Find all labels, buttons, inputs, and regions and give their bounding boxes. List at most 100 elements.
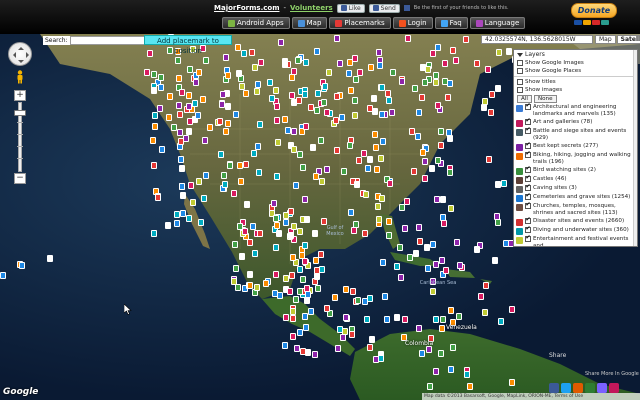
placemark-marker-icon[interactable] [247,270,254,278]
nav-map-button[interactable]: Map [291,17,328,29]
placemark-marker-icon[interactable] [382,293,389,301]
placemark-marker-icon[interactable] [246,282,253,290]
placemark-marker-icon[interactable] [375,202,382,210]
facebook-send-button[interactable]: Send [368,3,400,13]
placemark-marker-icon[interactable] [410,168,417,176]
placemark-marker-icon[interactable] [150,136,157,144]
placemark-marker-icon[interactable] [186,214,193,222]
layer-option-row[interactable]: Show Google Places [514,67,637,75]
placemark-marker-icon[interactable] [311,229,318,237]
street-view-pegman-icon[interactable] [15,70,25,84]
placemark-marker-icon[interactable] [318,136,325,144]
placemark-marker-icon[interactable] [429,50,436,58]
checkbox[interactable] [525,165,531,173]
layer-category-row[interactable]: Caving sites (3) [514,183,637,193]
placemark-marker-icon[interactable] [434,101,441,109]
placemark-marker-icon[interactable] [489,91,496,99]
placemark-marker-icon[interactable] [303,58,310,66]
placemark-marker-icon[interactable] [174,56,181,64]
placemark-marker-icon[interactable] [386,179,393,187]
placemark-marker-icon[interactable] [323,108,330,116]
placemark-marker-icon[interactable] [416,324,423,332]
checkbox[interactable] [525,141,531,149]
placemark-marker-icon[interactable] [481,308,488,316]
placemark-marker-icon[interactable] [379,110,386,118]
placemark-marker-icon[interactable] [173,219,180,227]
placemark-marker-icon[interactable] [271,200,278,208]
placemark-marker-icon[interactable] [361,230,368,237]
placemark-marker-icon[interactable] [337,60,344,68]
placemark-marker-icon[interactable] [220,90,227,98]
select-none-button[interactable]: None [533,95,557,103]
placemark-marker-icon[interactable] [307,308,314,316]
placemark-marker-icon[interactable] [409,127,416,135]
placemark-marker-icon[interactable] [250,149,257,157]
placemark-marker-icon[interactable] [256,230,263,238]
placemark-marker-icon[interactable] [379,195,386,203]
checkbox[interactable] [525,174,531,182]
placemark-marker-icon[interactable] [491,257,498,265]
placemark-marker-icon[interactable] [376,48,383,56]
placemark-marker-icon[interactable] [439,325,446,333]
placemark-marker-icon[interactable] [361,150,368,158]
volunteers-link[interactable]: Volunteers [290,4,333,12]
placemark-marker-icon[interactable] [239,82,246,90]
placemark-marker-icon[interactable] [333,117,340,124]
donate-button[interactable]: Donate [571,3,617,18]
placemark-marker-icon[interactable] [427,383,434,391]
placemark-marker-icon[interactable] [341,327,348,335]
layer-category-row[interactable]: Disaster sites and events (2660) [514,216,637,226]
placemark-marker-icon[interactable] [223,53,230,61]
placemark-marker-icon[interactable] [313,172,320,180]
zoom-in-button[interactable]: + [14,90,26,101]
placemark-marker-icon[interactable] [242,90,249,98]
placemark-marker-icon[interactable] [349,330,356,338]
placemark-marker-icon[interactable] [235,44,242,51]
placemark-marker-icon[interactable] [237,177,244,185]
placemark-marker-icon[interactable] [416,224,423,232]
placemark-marker-icon[interactable] [422,78,429,86]
placemark-marker-icon[interactable] [241,228,248,236]
placemark-marker-icon[interactable] [244,201,251,209]
placemark-marker-icon[interactable] [276,230,283,238]
placemark-marker-icon[interactable] [348,87,355,95]
pan-down-icon[interactable] [18,60,24,66]
placemark-marker-icon[interactable] [175,74,182,82]
placemark-marker-icon[interactable] [201,195,207,203]
placemark-marker-icon[interactable] [288,73,295,81]
placemark-marker-icon[interactable] [372,130,379,138]
placemark-marker-icon[interactable] [312,351,319,359]
placemark-marker-icon[interactable] [334,146,341,154]
layer-category-row[interactable]: Best kept secrets (277) [514,141,637,151]
placemark-marker-icon[interactable] [473,59,480,67]
placemark-marker-icon[interactable] [432,79,439,87]
placemark-marker-icon[interactable] [235,69,242,77]
placemark-marker-icon[interactable] [185,103,192,111]
placemark-marker-icon[interactable] [380,259,387,267]
placemark-marker-icon[interactable] [242,160,249,168]
placemark-marker-icon[interactable] [154,194,161,202]
placemark-marker-icon[interactable] [151,161,158,169]
placemark-marker-icon[interactable] [232,111,239,118]
placemark-marker-icon[interactable] [194,112,201,120]
placemark-marker-icon[interactable] [282,314,289,322]
placemark-marker-icon[interactable] [177,129,184,136]
nav-android-apps-button[interactable]: Android Apps [222,17,290,29]
placemark-marker-icon[interactable] [152,123,159,131]
placemark-marker-icon[interactable] [294,56,301,64]
placemark-marker-icon[interactable] [290,314,297,322]
placemark-marker-icon[interactable] [433,367,440,375]
placemark-marker-icon[interactable] [448,365,455,373]
placemark-marker-icon[interactable] [434,44,441,52]
placemark-marker-icon[interactable] [223,128,230,136]
placemark-marker-icon[interactable] [478,293,485,301]
placemark-marker-icon[interactable] [368,336,375,344]
placemark-marker-icon[interactable] [178,89,185,97]
placemark-marker-icon[interactable] [367,155,374,163]
placemark-marker-icon[interactable] [176,101,183,109]
facebook-like-button[interactable]: Like [336,3,365,13]
placemark-marker-icon[interactable] [296,97,303,105]
placemark-marker-icon[interactable] [433,315,440,323]
placemark-marker-icon[interactable] [297,266,304,274]
placemark-marker-icon[interactable] [423,243,430,251]
